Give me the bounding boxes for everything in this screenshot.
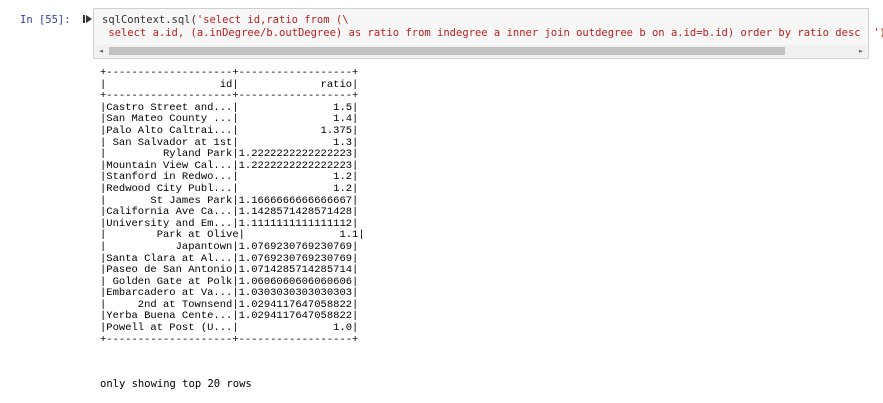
table-row: |University and Em...|1.1111111111111112… [100, 217, 359, 230]
table-row: |California Ave Ca...|1.1428571428571428… [100, 206, 359, 219]
table-row: |Paseo de San Antonio|1.0714285714285714… [100, 264, 359, 277]
table-row: | 2nd at Townsend|1.0294117647058822| [100, 298, 359, 311]
table-row: |Yerba Buena Cente...|1.0294117647058822… [100, 310, 359, 323]
table-row: |Castro Street and...| 1.5| [100, 101, 359, 114]
cell-prompt: In [55]: [20, 14, 71, 26]
table-row: | Japantown|1.0769230769230769| [100, 240, 359, 253]
scroll-left-arrow-icon[interactable]: ◄ [95, 45, 107, 57]
scrollbar-thumb[interactable] [109, 47, 785, 55]
table-row: | St James Park|1.1666666666666667| [100, 194, 359, 207]
table-header: | id| ratio| [100, 78, 359, 91]
table-row: | Park at Olive| 1.1| [100, 229, 365, 242]
table-row: |Stanford in Redwo...| 1.2| [100, 171, 359, 184]
table-row: | Golden Gate at Polk|1.0606060606060606… [100, 275, 359, 288]
table-border-header: +--------------------+------------------… [100, 90, 359, 103]
table-row: |Mountain View Cal...|1.2222222222222223… [100, 159, 359, 172]
scroll-right-arrow-icon[interactable]: ► [855, 45, 867, 57]
table-border-bottom: +--------------------+------------------… [100, 333, 359, 346]
table-row: |Palo Alto Caltrai...| 1.375| [100, 124, 359, 137]
table-row: |Embarcadero at Va...|1.0303030303030303… [100, 287, 359, 300]
horizontal-scrollbar[interactable]: ◄ ► [95, 45, 867, 57]
table-row: | Ryland Park|1.2222222222222223| [100, 148, 359, 161]
table-border-top: +--------------------+------------------… [100, 67, 359, 79]
code-line-1-string: 'select id,ratio from (\ [196, 14, 349, 26]
output-footer: only showing top 20 rows [100, 378, 252, 390]
code-line-1-prefix: sqlContext.sql( [102, 14, 197, 26]
code-line-2: select a.id, (a.inDegree/b.outDegree) as… [102, 27, 883, 39]
table-row: |Santa Clara at Al...|1.0769230769230769… [100, 252, 359, 265]
code-editor[interactable]: sqlContext.sql('select id,ratio from (\ … [102, 14, 883, 40]
table-row: | San Salvador at 1st| 1.3| [100, 136, 359, 149]
table-row: |San Mateo County ...| 1.4| [100, 113, 359, 126]
code-input-area[interactable]: sqlContext.sql('select id,ratio from (\ … [93, 8, 883, 59]
table-row: |Redwood City Publ...| 1.2| [100, 182, 359, 195]
table-row: |Powell at Post (U...| 1.0| [100, 322, 359, 335]
dataframe-output: +--------------------+------------------… [100, 67, 365, 346]
